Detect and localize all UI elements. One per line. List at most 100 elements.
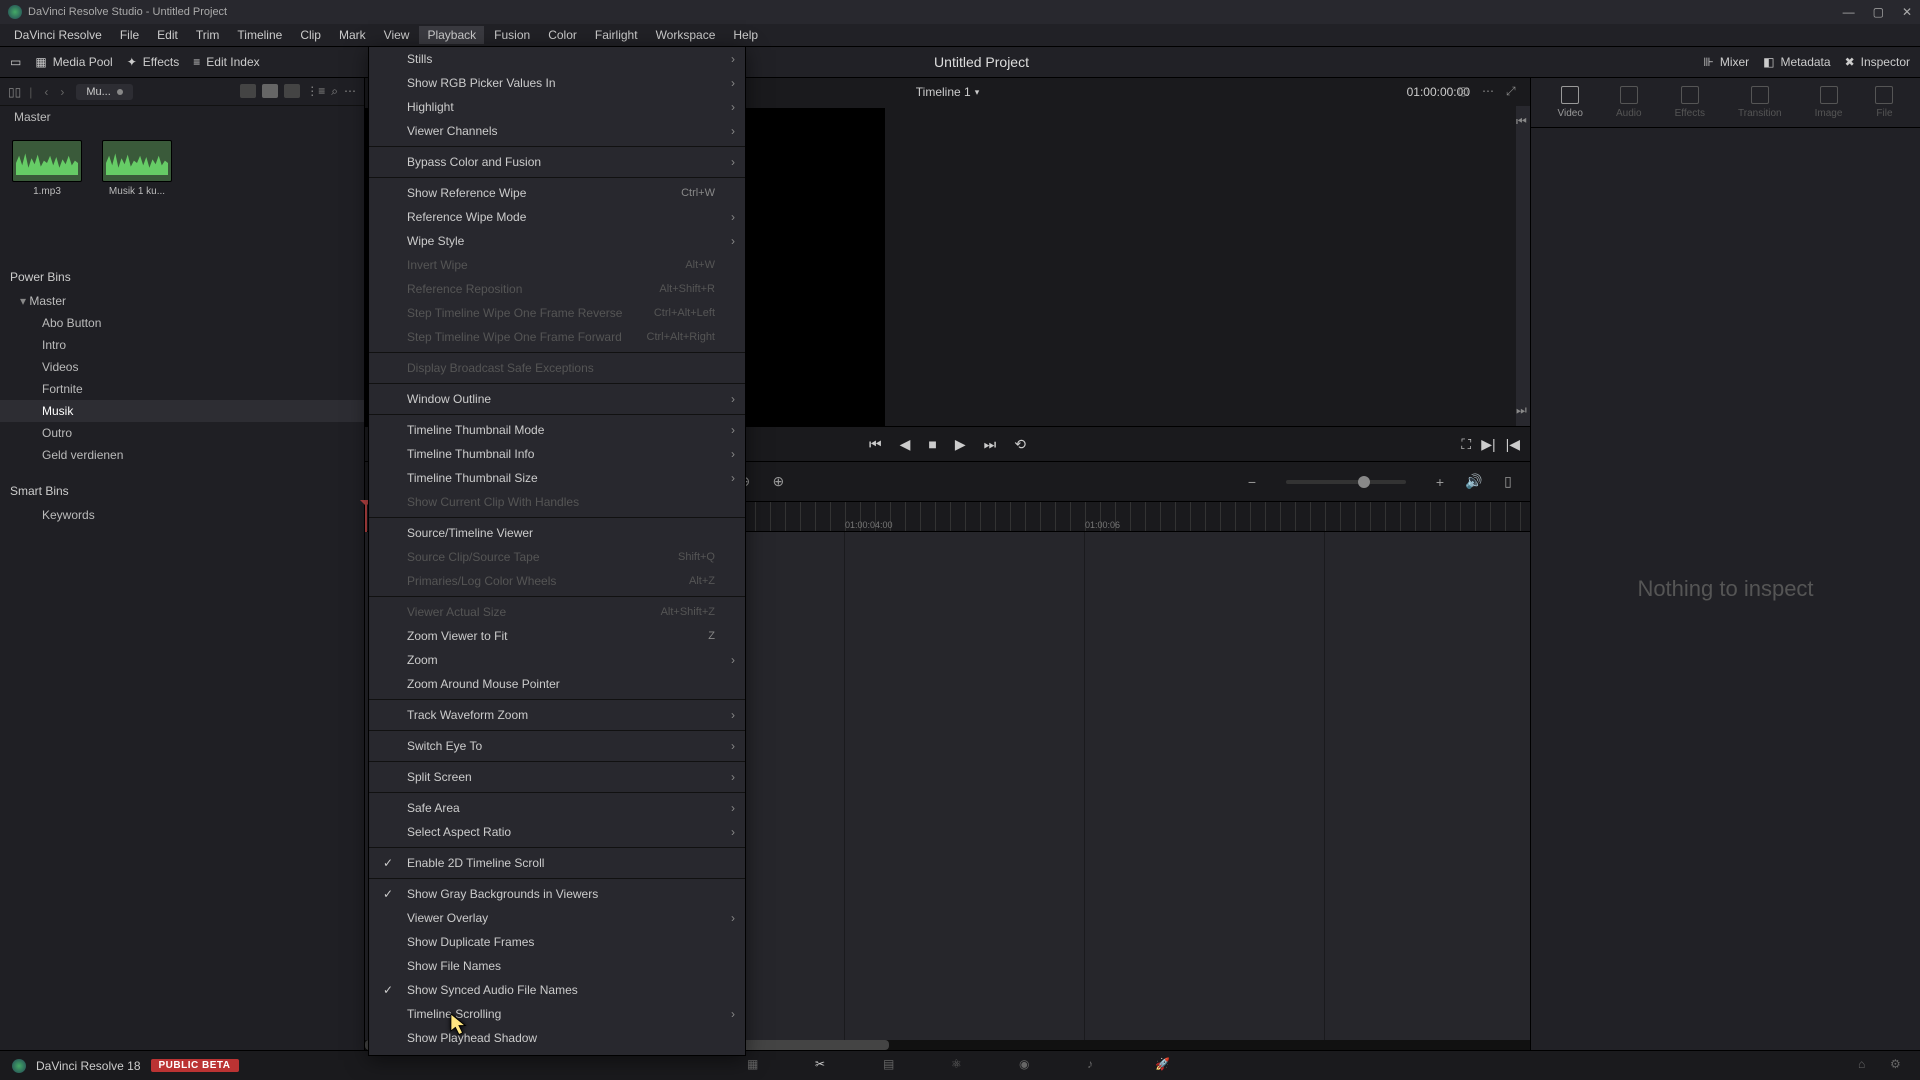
minimize-button[interactable]: — xyxy=(1843,5,1855,19)
loop-button[interactable]: ⟲ xyxy=(1014,436,1026,453)
menu-color[interactable]: Color xyxy=(540,26,585,44)
fullscreen-icon[interactable]: ⛶ xyxy=(1461,436,1471,453)
home-icon[interactable]: ⌂ xyxy=(1858,1057,1876,1075)
play-button[interactable]: ▶ xyxy=(955,436,966,453)
inspector-tab-audio[interactable]: Audio xyxy=(1616,86,1642,119)
menu-item-viewer-channels[interactable]: Viewer Channels xyxy=(369,119,745,143)
menu-item-show-preview-marks[interactable]: Show Preview Marks xyxy=(369,1050,745,1056)
stop-button[interactable]: ■ xyxy=(928,436,936,452)
powerbin-item[interactable]: Intro xyxy=(0,334,364,356)
menu-item-show-rgb-picker-values-in[interactable]: Show RGB Picker Values In xyxy=(369,71,745,95)
powerbin-item[interactable]: Musik xyxy=(0,400,364,422)
zoom-in-icon[interactable]: ⊕ xyxy=(768,472,788,492)
customize-icon[interactable]: ▯ xyxy=(1498,472,1518,492)
powerbins-master[interactable]: Master xyxy=(0,290,364,312)
menu-item-safe-area[interactable]: Safe Area xyxy=(369,796,745,820)
bin-layout-icon[interactable]: ▯▯ xyxy=(8,85,21,99)
thumbnail-view-button[interactable] xyxy=(240,84,256,98)
media-page-icon[interactable]: ▦ xyxy=(747,1057,765,1075)
quickexport-icon[interactable]: ◎ xyxy=(1458,84,1474,100)
powerbin-item[interactable]: Geld verdienen xyxy=(0,444,364,466)
timeline-name-dropdown[interactable]: Timeline 1 ▾ xyxy=(916,85,979,99)
menu-item-timeline-thumbnail-size[interactable]: Timeline Thumbnail Size xyxy=(369,466,745,490)
list-view-button[interactable] xyxy=(284,84,300,98)
menu-item-track-waveform-zoom[interactable]: Track Waveform Zoom xyxy=(369,703,745,727)
close-button[interactable]: ✕ xyxy=(1902,5,1912,19)
smartbin-item[interactable]: Keywords xyxy=(0,504,364,526)
menu-item-highlight[interactable]: Highlight xyxy=(369,95,745,119)
bin-tab[interactable]: Mu... xyxy=(76,84,132,100)
menu-file[interactable]: File xyxy=(112,26,147,44)
menu-item-switch-eye-to[interactable]: Switch Eye To xyxy=(369,734,745,758)
deliver-page-icon[interactable]: 🚀 xyxy=(1155,1057,1173,1075)
expand-icon[interactable]: ⤢ xyxy=(1506,84,1522,100)
mixer-button[interactable]: ⊪ Mixer xyxy=(1703,55,1749,69)
go-start-icon[interactable]: |◀ xyxy=(1506,436,1520,453)
nav-fwd-button[interactable]: › xyxy=(56,85,68,99)
menu-edit[interactable]: Edit xyxy=(149,26,186,44)
menu-item-timeline-thumbnail-mode[interactable]: Timeline Thumbnail Mode xyxy=(369,418,745,442)
menu-item-zoom-around-mouse-pointer[interactable]: Zoom Around Mouse Pointer xyxy=(369,672,745,696)
menu-item-show-reference-wipe[interactable]: Show Reference WipeCtrl+W xyxy=(369,181,745,205)
edit-page-icon[interactable]: ▤ xyxy=(883,1057,901,1075)
inspector-tab-image[interactable]: Image xyxy=(1815,86,1843,119)
nav-back-button[interactable]: ‹ xyxy=(40,85,52,99)
color-page-icon[interactable]: ◉ xyxy=(1019,1057,1037,1075)
menu-trim[interactable]: Trim xyxy=(188,26,228,44)
powerbin-item[interactable]: Outro xyxy=(0,422,364,444)
menu-workspace[interactable]: Workspace xyxy=(648,26,724,44)
next-clip-button[interactable]: ⏭ xyxy=(984,436,997,453)
menu-item-show-file-names[interactable]: Show File Names xyxy=(369,954,745,978)
menu-davinci-resolve[interactable]: DaVinci Resolve xyxy=(6,26,110,44)
match-frame-end-icon[interactable]: ⏭ xyxy=(1516,403,1530,418)
inspector-button[interactable]: ✖ Inspector xyxy=(1845,55,1910,69)
menu-item-show-duplicate-frames[interactable]: Show Duplicate Frames xyxy=(369,930,745,954)
menu-item-show-gray-backgrounds-in-viewers[interactable]: Show Gray Backgrounds in Viewers xyxy=(369,882,745,906)
powerbin-item[interactable]: Videos xyxy=(0,356,364,378)
panel-toggle-button[interactable]: ▭ xyxy=(10,55,21,69)
menu-item-split-screen[interactable]: Split Screen xyxy=(369,765,745,789)
menu-item-reference-wipe-mode[interactable]: Reference Wipe Mode xyxy=(369,205,745,229)
zoom-minus-button[interactable]: − xyxy=(1242,472,1262,492)
settings-icon[interactable]: ⚙ xyxy=(1890,1057,1908,1075)
play-reverse-button[interactable]: ◀ xyxy=(900,436,911,453)
powerbin-item[interactable]: Fortnite xyxy=(0,378,364,400)
grid-view-button[interactable] xyxy=(262,84,278,98)
menu-item-zoom-viewer-to-fit[interactable]: Zoom Viewer to FitZ xyxy=(369,624,745,648)
sort-button[interactable]: ⋮≡ xyxy=(306,84,325,99)
menu-item-stills[interactable]: Stills xyxy=(369,47,745,71)
menu-item-show-playhead-shadow[interactable]: Show Playhead Shadow xyxy=(369,1026,745,1050)
fusion-page-icon[interactable]: ⚛ xyxy=(951,1057,969,1075)
menu-item-wipe-style[interactable]: Wipe Style xyxy=(369,229,745,253)
menu-item-timeline-thumbnail-info[interactable]: Timeline Thumbnail Info xyxy=(369,442,745,466)
search-icon[interactable]: ⌕ xyxy=(331,84,338,99)
menu-item-enable-2d-timeline-scroll[interactable]: Enable 2D Timeline Scroll xyxy=(369,851,745,875)
clip-item[interactable]: 1.mp3 xyxy=(12,140,82,246)
menu-item-viewer-overlay[interactable]: Viewer Overlay xyxy=(369,906,745,930)
zoom-slider[interactable] xyxy=(1286,480,1406,484)
menu-timeline[interactable]: Timeline xyxy=(229,26,290,44)
menu-view[interactable]: View xyxy=(376,26,418,44)
maximize-button[interactable]: ▢ xyxy=(1873,5,1884,19)
editindex-button[interactable]: ≡ Edit Index xyxy=(193,55,259,69)
cut-page-icon[interactable]: ✂ xyxy=(815,1057,833,1075)
powerbin-item[interactable]: Abo Button xyxy=(0,312,364,334)
viewer-options-icon[interactable]: ⋯ xyxy=(1482,84,1498,100)
menu-item-source-timeline-viewer[interactable]: Source/Timeline Viewer xyxy=(369,521,745,545)
menu-help[interactable]: Help xyxy=(725,26,766,44)
mediapool-button[interactable]: ▦ Media Pool xyxy=(35,55,112,69)
bin-master[interactable]: Master xyxy=(0,106,364,128)
inspector-tab-transition[interactable]: Transition xyxy=(1738,86,1782,119)
inspector-tab-file[interactable]: File xyxy=(1875,86,1893,119)
inspector-tab-effects[interactable]: Effects xyxy=(1675,86,1705,119)
menu-item-bypass-color-and-fusion[interactable]: Bypass Color and Fusion xyxy=(369,150,745,174)
menu-mark[interactable]: Mark xyxy=(331,26,374,44)
clip-item[interactable]: Musik 1 ku... xyxy=(102,140,172,246)
fairlight-page-icon[interactable]: ♪ xyxy=(1087,1057,1105,1075)
menu-fusion[interactable]: Fusion xyxy=(486,26,538,44)
menu-playback[interactable]: Playback xyxy=(419,26,484,44)
menu-item-timeline-scrolling[interactable]: Timeline Scrolling xyxy=(369,1002,745,1026)
menu-item-window-outline[interactable]: Window Outline xyxy=(369,387,745,411)
effects-button[interactable]: ✦ Effects xyxy=(127,55,180,69)
more-icon[interactable]: ⋯ xyxy=(344,84,356,99)
